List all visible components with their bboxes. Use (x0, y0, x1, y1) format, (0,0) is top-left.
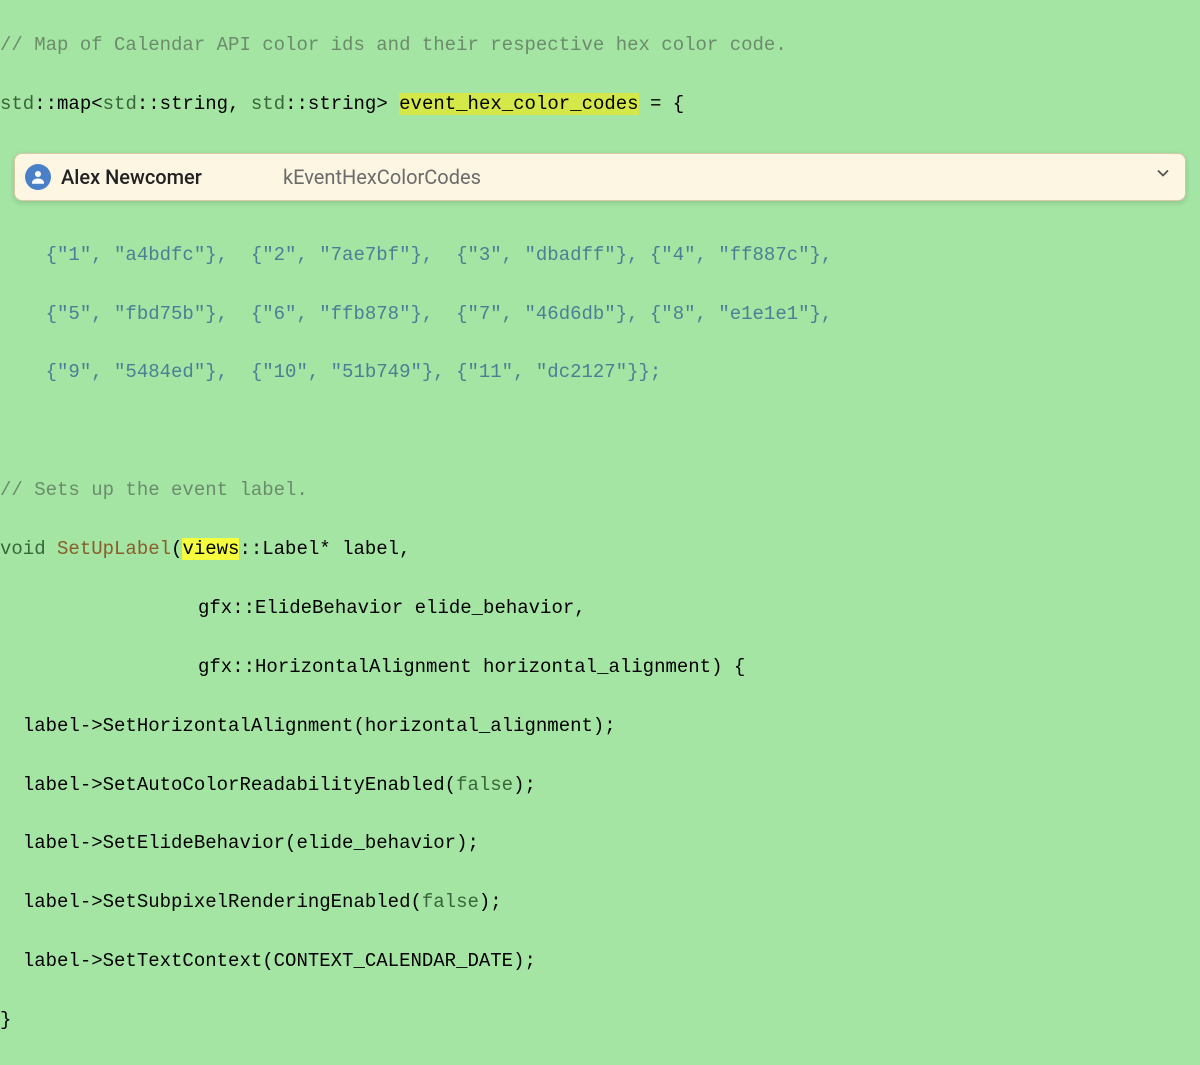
code-line: gfx::ElideBehavior elide_behavior, (0, 594, 1200, 623)
code-line: label->SetTextContext(CONTEXT_CALENDAR_D… (0, 947, 1200, 976)
highlighted-variable: event_hex_color_codes (399, 93, 638, 115)
code-line: label->SetElideBehavior(elide_behavior); (0, 829, 1200, 858)
code-line: {"5", "fbd75b"}, {"6", "ffb878"}, {"7", … (0, 300, 1200, 329)
code-editor[interactable]: // Map of Calendar API color ids and the… (0, 0, 1200, 149)
code-line: // Map of Calendar API color ids and the… (0, 31, 1200, 60)
function-name: SetUpLabel (46, 538, 171, 560)
code-line: void SetUpLabel(views::Label* label, (0, 535, 1200, 564)
code-line: {"9", "5484ed"}, {"10", "51b749"}, {"11"… (0, 358, 1200, 387)
suggestion-text: kEventHexColorCodes (283, 162, 1153, 193)
code-line: } (0, 1006, 1200, 1035)
chevron-down-icon (1153, 163, 1173, 183)
code-line: gfx::HorizontalAlignment horizontal_alig… (0, 653, 1200, 682)
code-line (0, 417, 1200, 446)
code-line: label->SetAutoColorReadabilityEnabled(fa… (0, 771, 1200, 800)
suggestion-author: Alex Newcomer (61, 162, 283, 193)
expand-button[interactable] (1153, 162, 1173, 191)
comment-text: // Map of Calendar API color ids and the… (0, 34, 787, 56)
code-line: label->SetSubpixelRenderingEnabled(false… (0, 888, 1200, 917)
avatar (25, 164, 51, 190)
code-line: // Sets up the event label. (0, 476, 1200, 505)
user-icon (29, 168, 47, 186)
code-line: std::map<std::string, std::string> event… (0, 90, 1200, 119)
highlighted-identifier: views (182, 538, 239, 560)
suggestion-bar[interactable]: Alex Newcomer kEventHexColorCodes (14, 153, 1186, 201)
code-editor-continued[interactable]: {"1", "a4bdfc"}, {"2", "7ae7bf"}, {"3", … (0, 209, 1200, 1065)
code-line: label->SetHorizontalAlignment(horizontal… (0, 712, 1200, 741)
code-line: {"1", "a4bdfc"}, {"2", "7ae7bf"}, {"3", … (0, 241, 1200, 270)
